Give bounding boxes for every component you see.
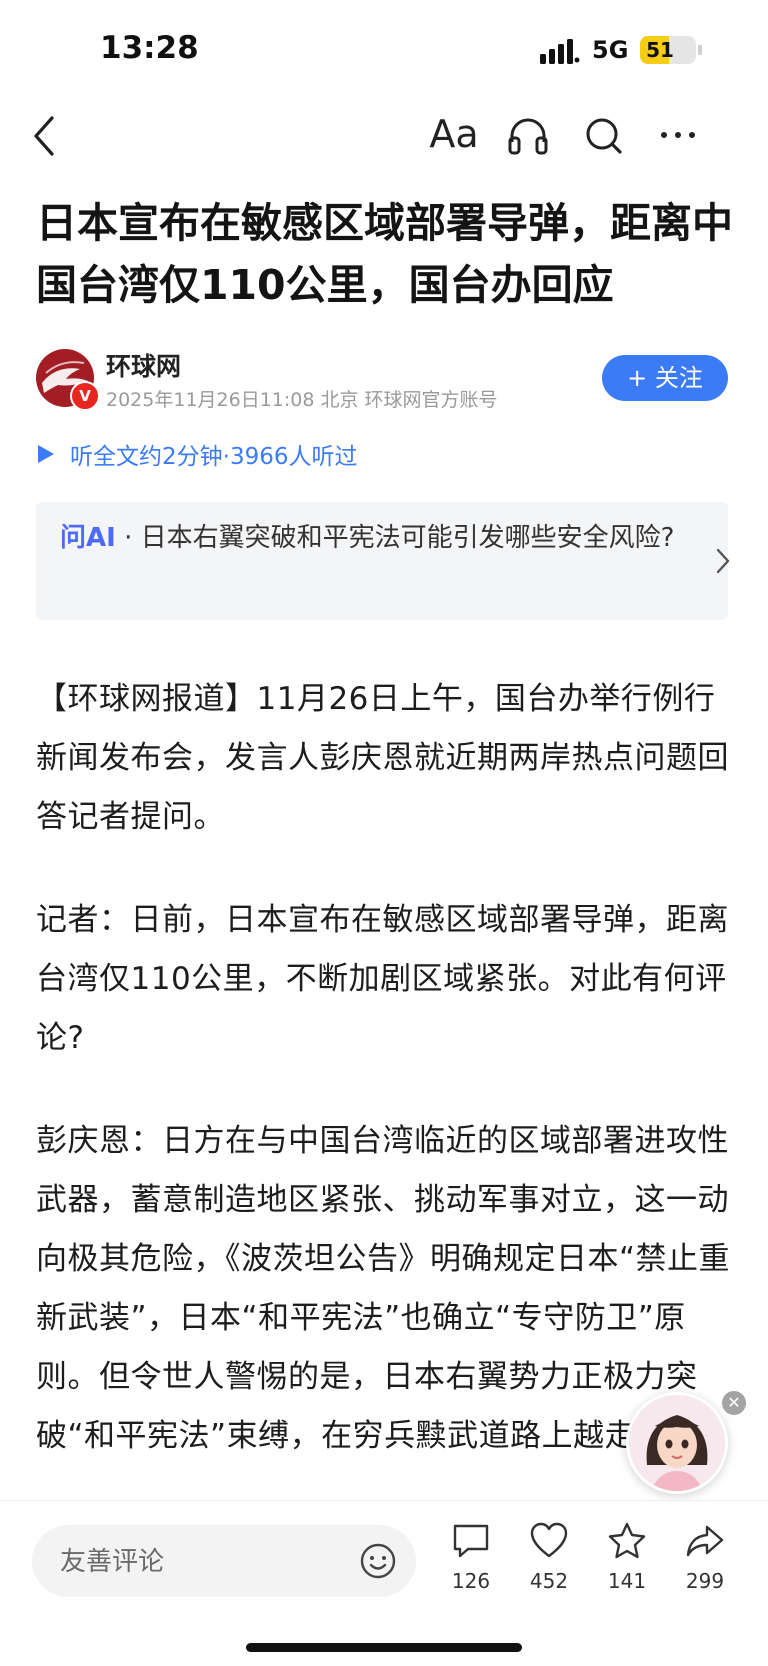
search-icon xyxy=(586,118,622,154)
share-button[interactable]: 299 xyxy=(670,1521,740,1611)
favorite-count: 141 xyxy=(607,1569,647,1593)
top-nav: Aa xyxy=(0,100,768,170)
comment-box[interactable] xyxy=(32,1525,416,1599)
network-type: 5G xyxy=(592,36,629,64)
article-paragraph: 彭庆恩：日方在与中国台湾临近的区域部署进攻性武器，蓄意制造地区紧张、挑动军事对立… xyxy=(36,1123,731,1454)
ask-ai-label: 问AI xyxy=(60,523,116,553)
home-indicator xyxy=(246,1643,522,1652)
listen-text: 听全文约2分钟·3966人听过 xyxy=(70,444,358,470)
more-dots-icon xyxy=(661,132,695,138)
battery-percentage: 51 xyxy=(646,38,674,62)
verified-badge: V xyxy=(70,381,100,411)
ask-ai-question: 日本右翼突破和平宪法可能引发哪些安全风险? xyxy=(140,523,675,553)
headphones-icon xyxy=(508,118,548,155)
listen-button[interactable] xyxy=(500,108,556,164)
share-count: 299 xyxy=(685,1569,725,1593)
like-button[interactable]: 452 xyxy=(514,1521,584,1611)
favorite-button[interactable]: 141 xyxy=(592,1521,662,1611)
play-icon xyxy=(38,445,54,463)
signal-strength-icon xyxy=(540,39,580,64)
font-size-button[interactable]: Aa xyxy=(426,108,482,164)
article-title: 日本宣布在敏感区域部署导弹，距离中国台湾仅110公里，国台办回应 xyxy=(36,199,733,309)
article-paragraph: 记者：日前，日本宣布在敏感区域部署导弹，距离台湾仅110公里，不断加剧区域紧张。… xyxy=(36,902,729,1056)
status-bar: 13:28 5G 51 xyxy=(0,0,768,100)
assistant-character-icon xyxy=(629,1395,725,1491)
emoji-icon[interactable] xyxy=(358,1541,398,1581)
star-icon xyxy=(608,1522,646,1559)
battery-icon: 51 xyxy=(640,36,696,64)
comment-input[interactable] xyxy=(58,1525,362,1599)
author-name[interactable]: 环球网 xyxy=(106,347,181,383)
comment-count: 126 xyxy=(451,1569,491,1593)
ask-ai-separator: · xyxy=(124,523,133,553)
share-icon xyxy=(686,1525,724,1557)
back-button[interactable] xyxy=(18,108,74,164)
bottom-action-bar: 126 452 141 299 xyxy=(0,1500,768,1666)
like-count: 452 xyxy=(529,1569,569,1593)
heart-icon xyxy=(530,1522,568,1558)
ask-ai-text: 问AI · 日本右翼突破和平宪法可能引发哪些安全风险? xyxy=(60,516,680,560)
article-paragraph: 【环球网报道】11月26日上午，国台办举行例行新闻发布会，发言人彭庆恩就近期两岸… xyxy=(36,681,729,835)
search-button[interactable] xyxy=(576,108,632,164)
follow-button[interactable]: + 关注 xyxy=(602,355,728,401)
author-meta: 2025年11月26日11:08 北京 环球网官方账号 xyxy=(106,389,498,411)
battery-tip xyxy=(698,45,702,55)
close-icon: ✕ xyxy=(727,1393,741,1412)
comment-icon xyxy=(453,1524,489,1558)
chevron-right-icon xyxy=(716,548,730,574)
article-body: 【环球网报道】11月26日上午，国台办举行例行新闻发布会，发言人彭庆恩就近期两岸… xyxy=(36,670,736,1510)
status-time: 13:28 xyxy=(100,30,199,66)
ai-assistant-avatar[interactable] xyxy=(626,1392,728,1494)
close-assistant-button[interactable]: ✕ xyxy=(722,1391,746,1415)
more-button[interactable] xyxy=(650,108,706,164)
ask-ai-card[interactable]: 问AI · 日本右翼突破和平宪法可能引发哪些安全风险? xyxy=(36,502,730,620)
font-size-label: Aa xyxy=(429,112,479,156)
back-chevron-icon xyxy=(34,116,54,156)
comment-button[interactable]: 126 xyxy=(436,1521,506,1611)
author-row: V 环球网 2025年11月26日11:08 北京 环球网官方账号 + 关注 xyxy=(36,345,736,415)
